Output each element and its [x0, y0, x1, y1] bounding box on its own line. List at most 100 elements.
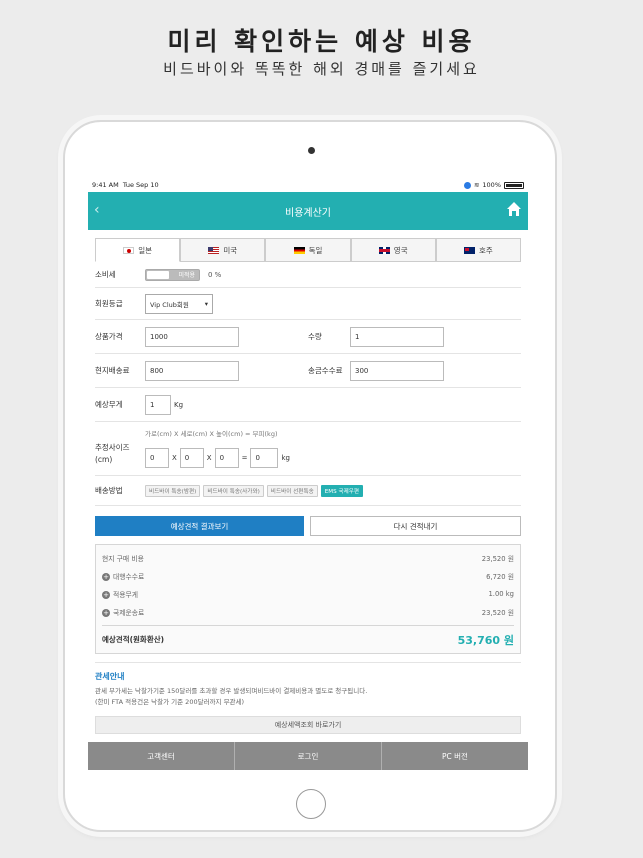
summary-label: 대행수수료 — [113, 573, 145, 581]
tax-toggle[interactable]: 미적용 — [145, 268, 200, 281]
quantity-label: 수량 — [308, 332, 322, 341]
member-row: 회원등급 Vip Club회원 ▾ — [95, 288, 521, 320]
customs-info: 관세안내 관세 부가세는 낙찰가기준 150달러를 초과할 경우 발생되며비드바… — [95, 662, 521, 708]
size-row: 추정사이즈 (cm) 가로(cm) X 세로(cm) X 높이(cm) = 부피… — [95, 422, 521, 476]
estimate-button[interactable]: 예상견적 결과보기 — [95, 516, 304, 536]
uk-flag-icon — [378, 246, 390, 254]
japan-flag-icon — [123, 246, 135, 254]
customs-text-line2: (한미 FTA 적용건은 낙찰가 기준 200달러까지 무관세) — [95, 698, 245, 706]
weight-input[interactable]: 1 — [145, 394, 171, 415]
tab-japan[interactable]: 일본 — [95, 238, 181, 262]
tab-uk[interactable]: 영국 — [350, 238, 436, 261]
page-title: 비용계산기 — [285, 207, 331, 219]
quantity-input[interactable]: 1 — [350, 326, 444, 347]
shipping-method-row: 배송방법 비드바이 특송(밤편) 비드바이 특송(사가와) 비드바이 선편특송 … — [95, 476, 521, 506]
tab-label: 일본 — [138, 245, 152, 255]
plus-circle-icon[interactable]: + — [102, 609, 110, 617]
size-unit: kg — [281, 454, 290, 462]
member-label: 회원등급 — [95, 299, 123, 308]
home-icon[interactable] — [506, 201, 522, 217]
summary-label: 국제운송료 — [113, 609, 145, 617]
remit-fee-label: 송금수수료 — [308, 366, 343, 375]
size-label: 추정사이즈 (cm) — [95, 428, 137, 466]
country-tabs: 일본 미국 독일 영국 호주 — [95, 238, 522, 262]
plus-circle-icon[interactable]: + — [102, 573, 110, 581]
tab-australia[interactable]: 호주 — [435, 238, 522, 261]
chevron-left-icon[interactable]: ‹ — [94, 202, 100, 218]
summary-value: 23,520 원 — [481, 609, 514, 617]
tab-label: 영국 — [393, 245, 408, 255]
australia-flag-icon — [464, 246, 475, 254]
battery-percent: 100% — [482, 181, 501, 189]
estimate-summary: 현지 구매 비용 23,520 원 + 대행수수료 6,720 원 + 적용무게 1… — [95, 544, 521, 654]
size-hint: 가로(cm) X 세로(cm) X 높이(cm) = 부피(kg) — [145, 430, 278, 438]
tablet-home-button[interactable] — [296, 789, 326, 819]
ship-option-ems[interactable]: EMS 국제우편 — [320, 484, 364, 497]
price-input[interactable]: 1000 — [145, 326, 239, 347]
local-shipping-label: 현지배송료 — [95, 366, 130, 375]
ship-option-bidbuy-ship[interactable]: 비드바이 선편특송 — [266, 484, 318, 497]
status-bar: 9:41 AM Tue Sep 10 ≋ 100% — [88, 178, 528, 192]
tax-lookup-link[interactable]: 예상세액조회 바로가기 — [95, 716, 521, 734]
wifi-icon: ≋ — [473, 181, 480, 189]
price-row: 상품가격 1000 수량 1 — [95, 320, 521, 354]
member-select[interactable]: Vip Club회원 ▾ — [145, 293, 213, 314]
battery-icon — [504, 181, 524, 189]
bluetooth-icon — [463, 181, 471, 189]
summary-value: 23,520 원 — [481, 555, 514, 563]
dropdown-arrow-icon: ▾ — [204, 299, 208, 308]
summary-label: 적용무게 — [113, 591, 139, 599]
usa-flag-icon — [208, 246, 220, 254]
summary-row: 현지 구매 비용 23,520 원 — [102, 549, 514, 567]
summary-value: 1.00 kg — [488, 590, 514, 598]
customs-title: 관세안내 — [95, 672, 125, 681]
summary-value: 6,720 원 — [486, 573, 514, 581]
summary-row: + 대행수수료 6,720 원 — [102, 567, 514, 585]
promo-subtitle: 비드바이와 똑똑한 해외 경매를 즐기세요 — [163, 60, 480, 78]
tab-germany[interactable]: 독일 — [265, 238, 351, 261]
reset-button[interactable]: 다시 견적내기 — [310, 516, 521, 536]
summary-label: 현지 구매 비용 — [102, 555, 144, 563]
germany-flag-icon — [293, 246, 305, 254]
tab-label: 미국 — [223, 245, 238, 255]
app-header: ‹ 비용계산기 — [88, 192, 528, 230]
tab-usa[interactable]: 미국 — [180, 238, 266, 261]
status-date: Tue Sep 10 — [122, 181, 159, 189]
member-selected: Vip Club회원 — [150, 300, 189, 309]
tab-label: 독일 — [308, 245, 323, 255]
summary-row: + 적용무게 1.00 kg — [102, 585, 514, 603]
price-label: 상품가격 — [95, 332, 123, 341]
shipping-method-label: 배송방법 — [95, 486, 123, 495]
nav-pc-version[interactable]: PC 버전 — [382, 742, 528, 770]
ship-option-bidbuy-sagawa[interactable]: 비드바이 특송(사가와) — [203, 484, 264, 497]
action-buttons: 예상견적 결과보기 다시 견적내기 — [95, 516, 521, 536]
status-time: 9:41 AM — [92, 181, 119, 189]
plus-circle-icon[interactable]: + — [102, 591, 110, 599]
weight-label: 예상무게 — [95, 400, 123, 409]
size-label-line2: (cm) — [95, 455, 113, 464]
remit-fee-input[interactable]: 300 — [350, 360, 444, 381]
tax-label: 소비세 — [95, 270, 116, 279]
total-label: 예상견적(원화환산) — [102, 635, 165, 644]
nav-login[interactable]: 로그인 — [235, 742, 382, 770]
tax-row: 소비세 미적용 0 % — [95, 262, 521, 288]
times-symbol: X — [206, 454, 212, 462]
size-width-input[interactable]: 0 — [145, 448, 169, 468]
customs-text-line1: 관세 부가세는 낙찰가기준 150달러를 초과할 경우 발생되며비드바이 결제비… — [95, 687, 368, 695]
size-height-input[interactable]: 0 — [214, 448, 239, 468]
app-screen: 9:41 AM Tue Sep 10 ≋ 100% ‹ 비용계산기 일본 미국 … — [88, 178, 528, 770]
toggle-knob — [147, 270, 169, 279]
tab-label: 호주 — [479, 245, 493, 255]
size-result-field: 0 — [250, 448, 279, 468]
total-amount: 53,760 원 — [457, 633, 514, 647]
equals-symbol: = — [241, 454, 248, 462]
weight-row: 예상무게 1 Kg — [95, 388, 521, 422]
summary-row: + 국제운송료 23,520 원 — [102, 603, 514, 621]
bottom-nav: 고객센터 로그인 PC 버전 — [88, 742, 528, 770]
local-shipping-input[interactable]: 800 — [145, 360, 239, 381]
camera-dot — [308, 147, 315, 154]
ship-option-bidbuy-air[interactable]: 비드바이 특송(밤편) — [145, 484, 201, 497]
times-symbol: X — [172, 454, 177, 462]
nav-customer-center[interactable]: 고객센터 — [88, 742, 235, 770]
size-depth-input[interactable]: 0 — [179, 448, 204, 468]
